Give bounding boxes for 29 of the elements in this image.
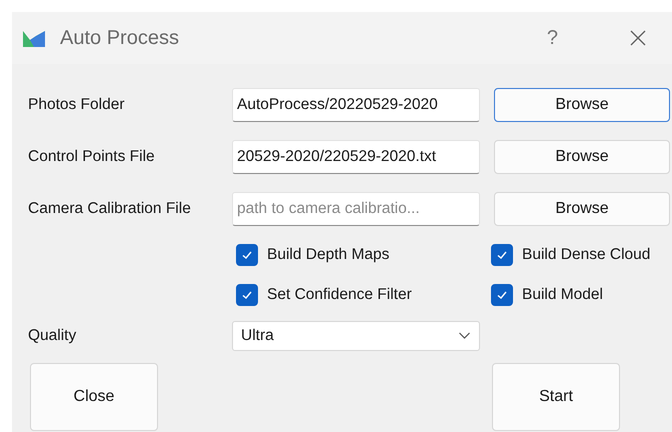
checkbox[interactable] <box>236 244 258 266</box>
dialog-button[interactable]: Start <box>492 363 620 431</box>
chevron-down-icon <box>458 332 471 340</box>
checkbox[interactable] <box>491 284 513 306</box>
checkbox-label: Set Confidence Filter <box>267 286 412 304</box>
dialog-button[interactable]: Close <box>30 363 158 431</box>
checkmark-icon <box>496 289 508 301</box>
quality-dropdown[interactable]: Ultra <box>232 321 480 351</box>
field-label: Camera Calibration File <box>28 200 192 218</box>
checkmark-icon <box>241 249 253 261</box>
app-logo-icon <box>22 28 46 48</box>
browse-button[interactable]: Browse <box>494 88 670 122</box>
checkbox-label: Build Depth Maps <box>267 246 390 264</box>
window-title: Auto Process <box>60 26 179 50</box>
checkmark-icon <box>241 289 253 301</box>
browse-button[interactable]: Browse <box>494 140 670 174</box>
close-icon[interactable] <box>630 30 646 46</box>
path-field[interactable]: AutoProcess/20220529-2020 <box>232 88 480 122</box>
quality-label: Quality <box>28 327 78 345</box>
checkmark-icon <box>496 249 508 261</box>
checkbox-label: Build Model <box>522 286 603 304</box>
help-button[interactable]: ? <box>546 26 558 50</box>
field-label: Photos Folder <box>28 96 126 114</box>
checkbox-label: Build Dense Cloud <box>522 246 650 264</box>
path-field[interactable]: 20529-2020/220529-2020.txt <box>232 140 480 174</box>
field-label: Control Points File <box>28 148 156 166</box>
browse-button[interactable]: Browse <box>494 192 670 226</box>
checkbox[interactable] <box>491 244 513 266</box>
checkbox[interactable] <box>236 284 258 306</box>
